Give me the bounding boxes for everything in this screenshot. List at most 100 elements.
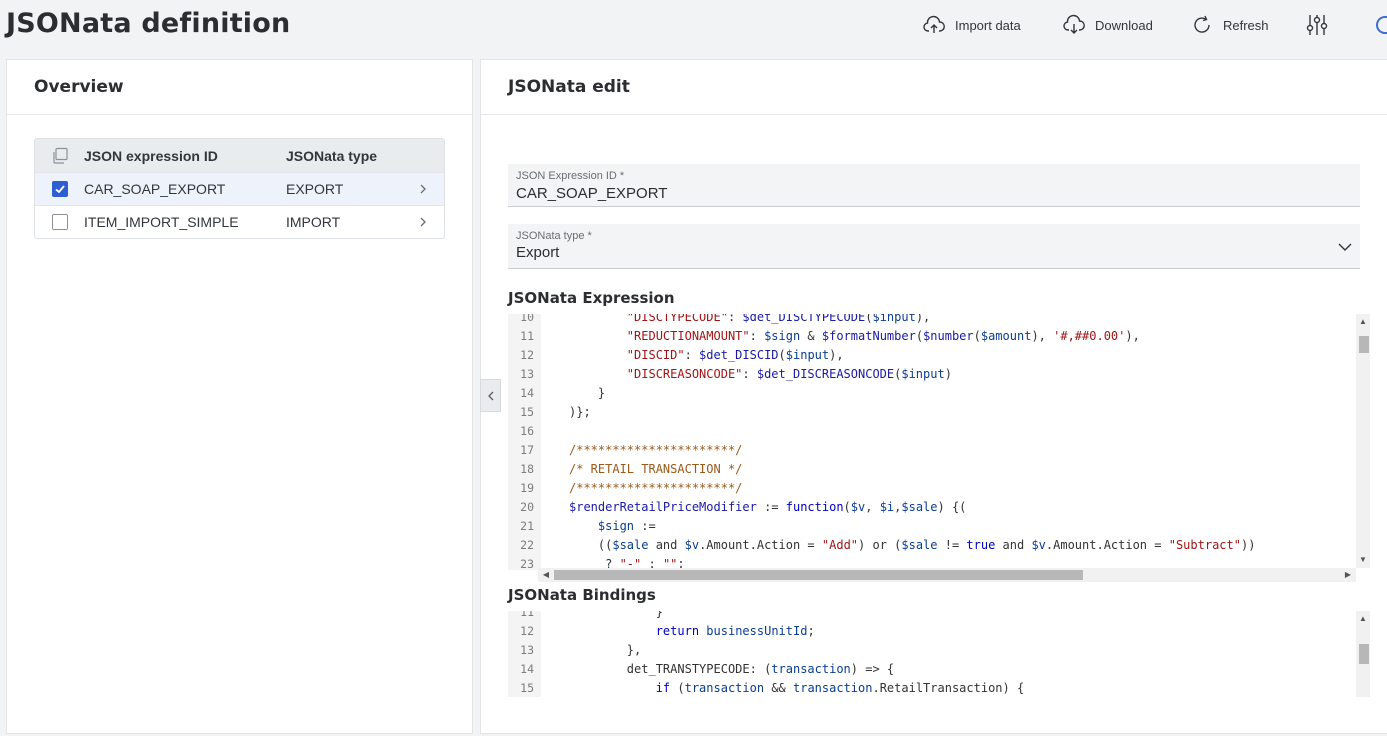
- code-line[interactable]: 12 "DISCID": $det_DISCID($input),: [508, 346, 1356, 365]
- download-button[interactable]: Download: [1062, 12, 1153, 38]
- code-text: "DISCID": $det_DISCID($input),: [626, 348, 844, 362]
- code-line[interactable]: 13 "DISCREASONCODE": $det_DISCREASONCODE…: [508, 365, 1356, 384]
- table-row[interactable]: ITEM_IMPORT_SIMPLE IMPORT: [35, 205, 444, 238]
- bindings-section-title: JSONata Bindings: [508, 586, 656, 604]
- chevron-right-icon[interactable]: [416, 215, 430, 229]
- code-text: )};: [569, 405, 591, 419]
- expression-horizontal-scrollbar[interactable]: ◀ ▶: [538, 568, 1356, 582]
- jsonata-type-value: Export: [516, 244, 560, 261]
- code-line[interactable]: 15)};: [508, 403, 1356, 422]
- overview-title: Overview: [7, 60, 472, 115]
- bindings-vertical-scrollbar[interactable]: ▲: [1356, 611, 1370, 697]
- line-number: 11: [520, 329, 534, 343]
- jsonata-type-select[interactable]: JSONata type * Export: [508, 224, 1360, 269]
- code-text: $renderRetailPriceModifier := function($…: [569, 500, 967, 514]
- expression-code-editor[interactable]: 10 "DISCTYPECODE": $det_DISCTYPECODE($in…: [508, 314, 1356, 570]
- code-text: "DISCTYPECODE": $det_DISCTYPECODE($input…: [626, 314, 931, 324]
- table-row[interactable]: CAR_SOAP_EXPORT EXPORT: [35, 172, 444, 205]
- collapse-panel-button[interactable]: [480, 379, 501, 412]
- help-icon[interactable]: [1376, 16, 1387, 34]
- code-line[interactable]: 15 if (transaction && transaction.Retail…: [508, 679, 1356, 697]
- table-header: JSON expression ID JSONata type: [35, 139, 444, 172]
- overview-panel: Overview JSON expression ID JSONata type…: [6, 59, 473, 734]
- code-line[interactable]: 12 return businessUnitId;: [508, 622, 1356, 641]
- code-line[interactable]: 14 }: [508, 384, 1356, 403]
- line-number: 15: [520, 681, 534, 695]
- code-text: (($sale and $v.Amount.Action = "Add") or…: [569, 538, 1256, 552]
- code-line[interactable]: 22 (($sale and $v.Amount.Action = "Add")…: [508, 536, 1356, 555]
- expression-section-title: JSONata Expression: [508, 289, 675, 307]
- refresh-icon: [1194, 15, 1210, 33]
- line-number: 20: [520, 500, 534, 514]
- code-text: "DISCREASONCODE": $det_DISCREASONCODE($i…: [626, 367, 952, 381]
- code-text: if (transaction && transaction.RetailTra…: [655, 681, 1025, 695]
- row-checkbox[interactable]: [51, 181, 68, 197]
- line-number: 12: [520, 624, 534, 638]
- code-text: $sign :=: [597, 519, 656, 533]
- code-line[interactable]: 21 $sign :=: [508, 517, 1356, 536]
- import-data-button[interactable]: Import data: [922, 12, 1021, 38]
- jsonata-type-label: JSONata type *: [516, 230, 592, 242]
- code-text: /**********************/: [569, 481, 743, 495]
- code-text: det_TRANSTYPECODE: (transaction) => {: [569, 662, 895, 676]
- expression-id-label: JSON Expression ID *: [516, 170, 625, 182]
- code-line[interactable]: 19 /**********************/: [508, 479, 1356, 498]
- checkmark-icon: [54, 185, 65, 194]
- code-line[interactable]: 10 "DISCTYPECODE": $det_DISCTYPECODE($in…: [508, 314, 1356, 327]
- line-number: 23: [520, 557, 534, 570]
- refresh-label: Refresh: [1223, 17, 1269, 33]
- select-all-icon[interactable]: [51, 147, 69, 165]
- row-checkbox[interactable]: [51, 214, 68, 230]
- code-text: /* RETAIL TRANSACTION */: [569, 462, 743, 476]
- line-number: 11: [520, 611, 534, 619]
- code-text: return businessUnitId;: [655, 624, 815, 638]
- import-data-label: Import data: [955, 17, 1021, 33]
- cloud-download-icon: [1063, 14, 1085, 34]
- row-id: ITEM_IMPORT_SIMPLE: [84, 214, 239, 230]
- code-lines: 10 "DISCTYPECODE": $det_DISCTYPECODE($in…: [508, 314, 1356, 570]
- cloud-upload-icon: [923, 15, 945, 33]
- line-number: 19: [520, 481, 534, 495]
- adjust-settings-icon[interactable]: [1304, 12, 1330, 38]
- line-number: 18: [520, 462, 534, 476]
- code-line[interactable]: 11 "REDUCTIONAMOUNT": $sign & $formatNum…: [508, 327, 1356, 346]
- line-number: 13: [520, 367, 534, 381]
- chevron-right-icon[interactable]: [416, 182, 430, 196]
- line-number: 21: [520, 519, 534, 533]
- bindings-code-editor[interactable]: 11 } 12 return businessUnitId; 13 }, 14 det…: [508, 611, 1356, 697]
- download-label: Download: [1095, 17, 1153, 33]
- code-line[interactable]: 18 /* RETAIL TRANSACTION */: [508, 460, 1356, 479]
- expression-id-value[interactable]: CAR_SOAP_EXPORT: [516, 185, 667, 202]
- refresh-button[interactable]: Refresh: [1190, 12, 1269, 38]
- chevron-down-icon[interactable]: [1336, 238, 1354, 256]
- top-bar: JSONata definition Import data Download …: [0, 0, 1387, 58]
- code-line[interactable]: 11 }: [508, 611, 1356, 622]
- line-number: 14: [520, 662, 534, 676]
- line-number: 16: [520, 424, 534, 438]
- code-line[interactable]: 13 },: [508, 641, 1356, 660]
- code-text: /**********************/: [569, 443, 743, 457]
- code-line[interactable]: 16: [508, 422, 1356, 441]
- line-number: 13: [520, 643, 534, 657]
- row-type: IMPORT: [286, 214, 341, 230]
- overview-table: JSON expression ID JSONata type CAR_SOAP…: [34, 138, 445, 239]
- code-line[interactable]: 17 /**********************/: [508, 441, 1356, 460]
- expression-vertical-scrollbar[interactable]: ▲ ▼: [1356, 314, 1370, 568]
- code-text: },: [569, 643, 642, 657]
- code-line[interactable]: 14 det_TRANSTYPECODE: (transaction) => {: [508, 660, 1356, 679]
- column-header-type[interactable]: JSONata type: [286, 148, 416, 164]
- expression-id-field[interactable]: JSON Expression ID * CAR_SOAP_EXPORT: [508, 164, 1360, 207]
- code-text: }: [569, 611, 663, 619]
- chevron-left-icon: [487, 391, 493, 400]
- code-line[interactable]: 20 $renderRetailPriceModifier := function…: [508, 498, 1356, 517]
- column-header-id[interactable]: JSON expression ID: [84, 148, 286, 164]
- row-id: CAR_SOAP_EXPORT: [84, 181, 226, 197]
- line-number: 10: [520, 314, 534, 324]
- line-number: 14: [520, 386, 534, 400]
- line-number: 15: [520, 405, 534, 419]
- code-text: "REDUCTIONAMOUNT": $sign & $formatNumber…: [626, 329, 1140, 343]
- page-title: JSONata definition: [6, 8, 291, 39]
- code-lines: 11 } 12 return businessUnitId; 13 }, 14 det…: [508, 611, 1356, 697]
- line-number: 17: [520, 443, 534, 457]
- code-text: }: [569, 386, 606, 400]
